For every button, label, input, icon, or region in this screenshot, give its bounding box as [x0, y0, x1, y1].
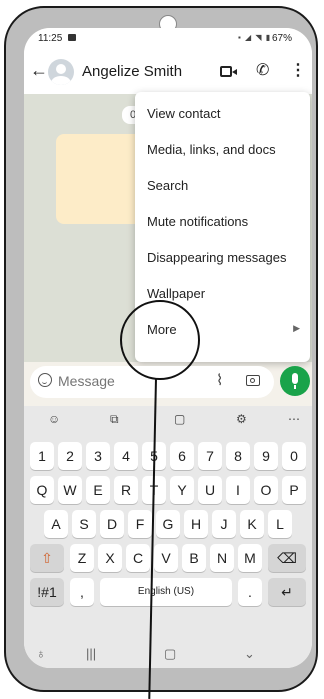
key[interactable]: 2	[58, 442, 82, 470]
keyboard: ☺ ⧉ ▢ ⚙ ⋯ 1 2 3 4 5 6 7 8 9 0 Q W E R T …	[24, 406, 312, 668]
key[interactable]: E	[86, 476, 110, 504]
key[interactable]: B	[182, 544, 206, 572]
key[interactable]: V	[154, 544, 178, 572]
avatar[interactable]	[48, 59, 74, 85]
key[interactable]: Q	[30, 476, 54, 504]
attach-icon[interactable]: ⌇	[216, 371, 223, 389]
key[interactable]: K	[240, 510, 264, 538]
highlight-circle	[120, 300, 200, 380]
key[interactable]: G	[156, 510, 180, 538]
chevron-right-icon: ▶	[293, 323, 300, 333]
back-arrow-icon[interactable]: ←	[30, 60, 48, 81]
period-key[interactable]: .	[238, 578, 262, 606]
menu-item-label: Wallpaper	[147, 286, 206, 301]
key[interactable]: L	[268, 510, 292, 538]
key[interactable]: Z	[70, 544, 94, 572]
video-call-icon[interactable]	[220, 66, 232, 77]
status-bar: 11:25 ▪ ◢ ◥ ▮ 67%	[24, 28, 312, 50]
recents-icon[interactable]: |||	[86, 646, 96, 661]
menu-item-label: Media, links, and docs	[147, 142, 276, 157]
key[interactable]: P	[282, 476, 306, 504]
menu-item-view-contact[interactable]: View contact	[135, 96, 310, 132]
key[interactable]: 7	[198, 442, 222, 470]
home-icon[interactable]: ▢	[164, 646, 176, 662]
shift-key[interactable]: ⇧	[30, 544, 64, 572]
key[interactable]: J	[212, 510, 236, 538]
key[interactable]: C	[126, 544, 150, 572]
menu-item-label: Mute notifications	[147, 214, 249, 229]
key[interactable]: A	[44, 510, 68, 538]
settings-icon[interactable]: ⚙	[236, 412, 247, 426]
key[interactable]: 4	[114, 442, 138, 470]
back-nav-icon[interactable]: ⌄	[244, 646, 255, 662]
key[interactable]: M	[238, 544, 262, 572]
system-nav-bar: ♁ ||| ▢ ⌄	[24, 640, 312, 668]
mic-nav-icon[interactable]: ♁	[36, 646, 46, 661]
menu-item-search[interactable]: Search	[135, 168, 310, 204]
menu-item-media-links-docs[interactable]: Media, links, and docs	[135, 132, 310, 168]
key[interactable]: F	[128, 510, 152, 538]
emoji-icon[interactable]	[38, 373, 52, 387]
menu-item-label: Disappearing messages	[147, 250, 287, 265]
symbols-key[interactable]: !#1	[30, 578, 64, 606]
key[interactable]: 6	[170, 442, 194, 470]
signal-icons: ▪ ◢ ◥ ▮	[238, 33, 272, 42]
key[interactable]: O	[254, 476, 278, 504]
emoji-keyboard-icon[interactable]: ☺	[48, 412, 60, 426]
status-time: 11:25	[38, 33, 63, 44]
comma-key[interactable]: ,	[70, 578, 94, 606]
key[interactable]: 3	[86, 442, 110, 470]
key[interactable]: 0	[282, 442, 306, 470]
key[interactable]: U	[198, 476, 222, 504]
more-options-icon[interactable]: ⋮	[290, 60, 306, 80]
more-toolbar-icon[interactable]: ⋯	[288, 412, 300, 426]
sticker-icon[interactable]: ⧉	[110, 412, 119, 427]
space-key[interactable]: English (US)	[100, 578, 232, 606]
enter-key[interactable]: ↵	[268, 578, 306, 606]
chat-header: ← Angelize Smith ✆ ⋮	[24, 50, 312, 94]
mic-button[interactable]	[280, 366, 310, 396]
backspace-key[interactable]: ⌫	[268, 544, 306, 572]
menu-item-label: Search	[147, 178, 189, 193]
key[interactable]: R	[114, 476, 138, 504]
key[interactable]: 8	[226, 442, 250, 470]
key[interactable]: H	[184, 510, 208, 538]
clipboard-icon[interactable]: ▢	[174, 412, 185, 426]
key[interactable]: 9	[254, 442, 278, 470]
camera-icon[interactable]	[246, 375, 260, 386]
menu-item-label: View contact	[147, 106, 221, 121]
key[interactable]: Y	[170, 476, 194, 504]
key[interactable]: 1	[30, 442, 54, 470]
menu-item-disappearing-messages[interactable]: Disappearing messages	[135, 240, 310, 276]
key[interactable]: S	[72, 510, 96, 538]
keyboard-toolbar: ☺ ⧉ ▢ ⚙ ⋯	[24, 406, 312, 434]
battery-level: 67%	[271, 33, 292, 44]
voice-call-icon[interactable]: ✆	[256, 60, 269, 80]
key[interactable]: I	[226, 476, 250, 504]
key[interactable]: N	[210, 544, 234, 572]
menu-item-mute-notifications[interactable]: Mute notifications	[135, 204, 310, 240]
contact-name[interactable]: Angelize Smith	[82, 63, 182, 80]
key[interactable]: W	[58, 476, 82, 504]
key[interactable]: D	[100, 510, 124, 538]
gallery-notification-icon	[68, 34, 76, 41]
key[interactable]: X	[98, 544, 122, 572]
